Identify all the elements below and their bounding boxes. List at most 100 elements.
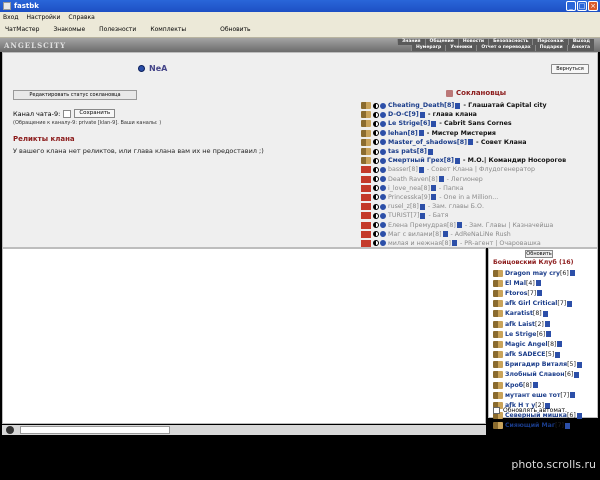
room-player-name[interactable]: afk Girl Critical — [505, 300, 557, 307]
clanmate-name[interactable]: basser — [388, 166, 409, 173]
smiley-icon[interactable] — [6, 426, 14, 434]
info-icon[interactable] — [567, 300, 573, 307]
info-icon[interactable] — [555, 351, 561, 358]
clanmate-name[interactable]: D-O-C — [388, 111, 409, 118]
offline-status-icon — [361, 221, 371, 229]
maximize-button[interactable]: □ — [577, 1, 587, 11]
clanmate-status: - Совет Клана — [476, 138, 527, 146]
room-refresh-button[interactable]: Обновить — [525, 250, 553, 258]
info-icon[interactable] — [535, 280, 541, 287]
clan-shield-icon — [380, 212, 386, 219]
nav-students[interactable]: Ученики — [445, 45, 477, 51]
info-icon[interactable] — [544, 321, 550, 328]
info-icon[interactable] — [431, 120, 437, 127]
edit-status-button[interactable]: Редактировать статус соклановца — [13, 90, 137, 100]
minimize-button[interactable]: _ — [566, 1, 576, 11]
clanmate-level: [6] — [420, 120, 431, 128]
clanmate-name[interactable]: Смертный Грех — [388, 157, 444, 164]
room-player-name[interactable]: Magic Angel — [505, 341, 548, 348]
save-button[interactable]: Сохранить — [74, 109, 116, 118]
info-icon[interactable] — [454, 157, 460, 164]
nav-numerology[interactable]: Нумерагр — [410, 45, 446, 51]
info-icon[interactable] — [418, 130, 424, 137]
menu-item-login[interactable]: Вход — [3, 14, 19, 21]
nav-profile[interactable]: Анкета — [566, 45, 594, 51]
info-icon[interactable] — [442, 231, 448, 238]
clanmate-name[interactable]: Death Raven — [388, 176, 429, 183]
clanmate-name[interactable]: Le Strige — [388, 120, 420, 127]
room-player-name[interactable]: Karatist — [505, 310, 533, 317]
info-icon[interactable] — [557, 341, 563, 348]
clanmate-row: Cheating_Death [8] - Глашатай Capital city — [361, 101, 591, 110]
clan-shield-icon — [380, 130, 386, 137]
info-icon[interactable] — [455, 102, 461, 109]
room-player-name[interactable]: Le Strige — [505, 331, 537, 338]
close-button[interactable]: × — [588, 1, 598, 11]
info-icon[interactable] — [546, 331, 552, 338]
chat-input[interactable] — [20, 426, 170, 434]
nav-transfers-report[interactable]: Отчет о переводах — [476, 45, 535, 51]
info-icon[interactable] — [418, 166, 424, 173]
buddy-icon — [361, 138, 371, 146]
info-icon[interactable] — [576, 412, 582, 419]
toolbar-friends[interactable]: Знакомые — [53, 26, 85, 33]
info-icon[interactable] — [569, 270, 575, 277]
room-player-row: Ftoros [7] — [493, 288, 597, 298]
info-icon[interactable] — [431, 194, 437, 201]
info-icon[interactable] — [532, 382, 538, 389]
clanmate-name[interactable]: i_love_nea — [388, 185, 421, 192]
info-icon[interactable] — [564, 422, 570, 429]
info-icon[interactable] — [427, 148, 433, 155]
info-icon[interactable] — [570, 392, 576, 399]
info-icon[interactable] — [420, 212, 426, 219]
clanmate-name[interactable]: Елена Премудрая — [388, 222, 447, 229]
return-button[interactable]: Вернуться — [551, 64, 589, 74]
info-icon[interactable] — [419, 111, 425, 118]
menu-item-settings[interactable]: Настройки — [27, 14, 61, 21]
clanmate-name[interactable]: tas pats — [388, 148, 417, 155]
info-icon[interactable] — [574, 371, 580, 378]
room-player-name[interactable]: Сияющий Маг — [505, 422, 555, 429]
info-icon[interactable] — [430, 185, 436, 192]
clanmate-name[interactable]: lehan — [388, 130, 408, 137]
info-icon[interactable] — [451, 240, 457, 247]
alignment-icon — [373, 148, 379, 155]
info-icon[interactable] — [576, 361, 582, 368]
info-icon[interactable] — [542, 310, 548, 317]
clanmate-name[interactable]: милая и нежная — [388, 240, 442, 247]
auto-refresh-checkbox[interactable] — [493, 407, 500, 414]
toolbar-useful[interactable]: Полезности — [99, 26, 136, 33]
clan-shield-icon — [380, 166, 386, 173]
room-player-row: Dragon may cry [6] — [493, 268, 597, 278]
channel-input[interactable] — [63, 109, 72, 118]
room-player-name[interactable]: El Mal — [505, 280, 526, 287]
window-controls: _ □ × — [566, 1, 598, 11]
offline-status-icon — [361, 184, 371, 192]
info-icon[interactable] — [468, 139, 474, 146]
nav-gifts[interactable]: Подарки — [534, 45, 567, 51]
info-icon[interactable] — [438, 176, 444, 183]
info-icon[interactable] — [419, 203, 425, 210]
menu-item-help[interactable]: Справка — [68, 14, 94, 21]
clanmate-name[interactable]: Cheating_Death — [388, 102, 444, 109]
clanmate-name[interactable]: Маг с вилами — [388, 231, 433, 238]
room-player-name[interactable]: мутант еше тот — [505, 392, 560, 399]
toolbar-sets[interactable]: Комплекты — [150, 26, 186, 33]
room-player-level: [7] — [555, 422, 564, 430]
room-player-name[interactable]: Ftoros — [505, 290, 527, 297]
toolbar-chatmaster[interactable]: ЧатМастер — [5, 26, 39, 33]
room-player-name[interactable]: Злобный Славон — [505, 371, 565, 378]
room-player-name[interactable]: afk Laist — [505, 321, 535, 328]
room-player-name[interactable]: Dragon may cry — [505, 270, 560, 277]
room-player-name[interactable]: Бригадир Виталя — [505, 361, 567, 368]
room-player-name[interactable]: Кроб — [505, 382, 523, 389]
clanmate-name[interactable]: Princesska — [388, 194, 421, 201]
clanmate-name[interactable]: rusel_z — [388, 203, 410, 210]
clanmate-name[interactable]: TURIST — [388, 212, 411, 219]
room-player-name[interactable]: afk SADECE — [505, 351, 546, 358]
menu-bar: Вход Настройки Справка — [0, 12, 600, 22]
clanmate-name[interactable]: Master_of_shadows — [388, 139, 457, 146]
info-icon[interactable] — [456, 222, 462, 229]
toolbar-refresh[interactable]: Обновить — [220, 26, 250, 33]
info-icon[interactable] — [537, 290, 543, 297]
